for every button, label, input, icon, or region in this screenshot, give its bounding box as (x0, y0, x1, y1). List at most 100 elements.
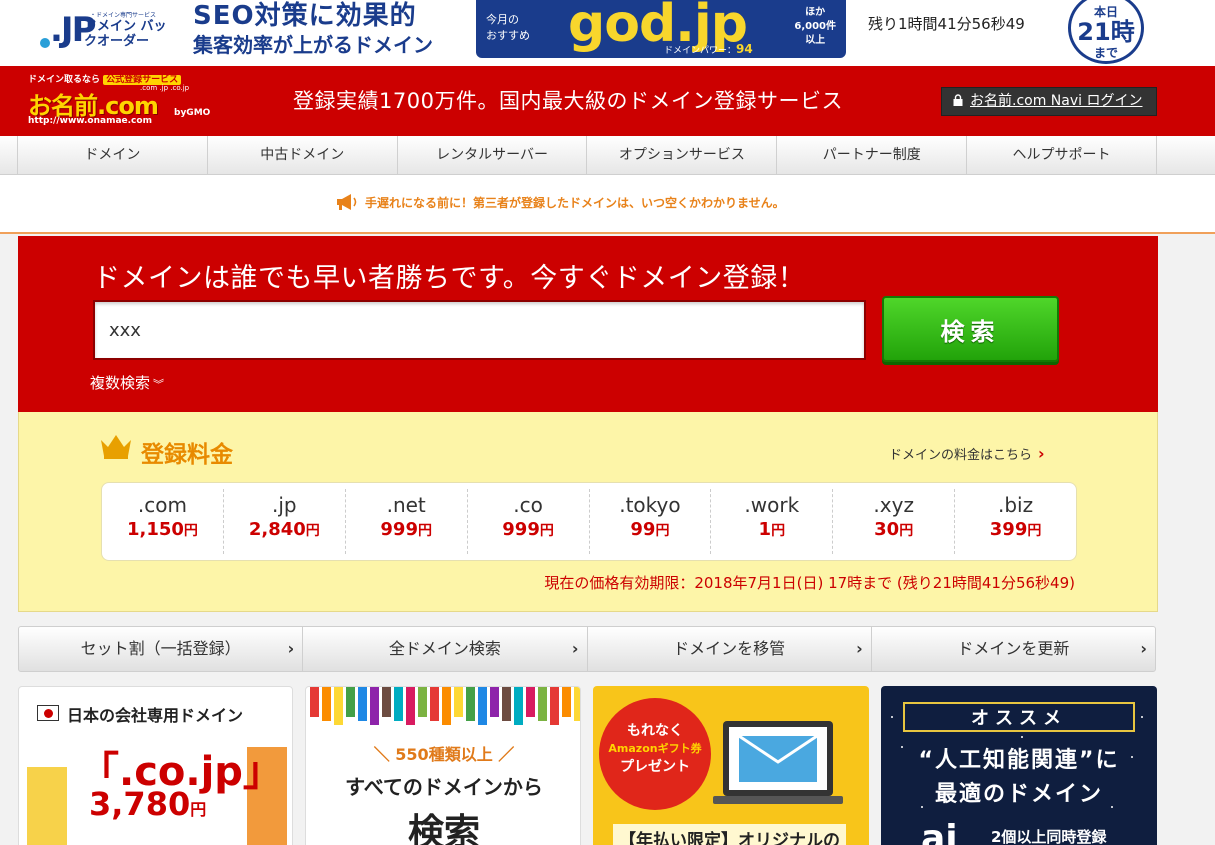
yen-unit: 円 (183, 523, 198, 539)
search-button[interactable]: 検索 (882, 296, 1059, 362)
domain-power-value: 94 (736, 42, 753, 56)
promo-all-search-line3: 検索 (407, 812, 480, 845)
promo-all-search-count: ＼ 550種類以上 ／ (373, 745, 515, 764)
tld-price-value: 999 (502, 519, 540, 540)
promo-ai-line2: 最適のドメイン (934, 782, 1103, 807)
promo-card-cojp[interactable]: 日本の会社専用ドメイン 「.co.jp」 3,780円 (18, 686, 293, 845)
promo-all-search-line2: すべてのドメインから (345, 775, 543, 799)
pricing-panel: 登録料金 ドメインの料金はこちら › .com 1,150円 .jp 2,840円 .… (18, 412, 1158, 612)
tld-price-item[interactable]: .xyz 30円 (832, 489, 954, 554)
tld-price: 1,150円 (102, 519, 223, 540)
tld-name: .com (137, 493, 187, 517)
navi-login-button[interactable]: お名前.com Navi ログイン (941, 87, 1157, 116)
logo-tagline-text: ドメイン取るなら (28, 75, 101, 85)
tld-price-item[interactable]: .tokyo 99円 (588, 489, 711, 554)
nav-item-rental-server[interactable]: レンタルサーバー (396, 136, 587, 174)
domain-power-label: ドメインパワー： (664, 46, 737, 56)
tld-price: 999円 (468, 519, 589, 540)
domain-transfer-button[interactable]: ドメインを移管 › (586, 627, 871, 671)
pencil-shape (382, 687, 391, 717)
gift-badge-line1: もれなく (627, 723, 683, 739)
promo-card-amazon-gift[interactable]: もれなく Amazonギフト券 プレゼント 【年払い限定】オリジナルの (593, 686, 869, 845)
multi-search-toggle[interactable]: 複数検索 ︾ (90, 372, 164, 393)
notice-text: 手遅れになる前に！第三者が登録したドメインは、いつ空くかわかりません。 (365, 196, 785, 210)
yen-unit: 円 (655, 523, 670, 539)
nav-item-options[interactable]: オプションサービス (586, 136, 776, 174)
domain-renew-button[interactable]: ドメインを更新 › (870, 627, 1155, 671)
promo-ai-title: オススメ (971, 708, 1067, 729)
today-line2: 21時 (1077, 18, 1135, 46)
today-badge: 本日 21時 まで (1068, 0, 1144, 64)
promo-cojp-price-value: 3,780 (89, 785, 191, 823)
logo-gmo: byGMO (174, 108, 211, 118)
more-domains-label: ほか 6,000件 以上 (794, 6, 836, 48)
promo-gift-text: 【年払い限定】オリジナルの (613, 824, 846, 845)
page: .JP ・ドメイン専門サービス ドメイン バックオーダー SEO対策に効果的 集… (0, 0, 1215, 845)
notice-link[interactable]: 手遅れになる前に！第三者が登録したドメインは、いつ空くかわかりません。 (335, 193, 785, 211)
promo-ai-line1: “人工知能関連”に (918, 748, 1120, 773)
nav-item-partner[interactable]: パートナー制度 (776, 136, 966, 174)
megaphone-icon (337, 194, 357, 210)
tld-price-item[interactable]: .net 999円 (344, 489, 467, 554)
domain-search-input[interactable] (93, 300, 866, 360)
japan-flag-icon (37, 705, 59, 721)
promo-ai-line3: 2個以上同時登録 (991, 828, 1107, 845)
onamae-logo[interactable]: ドメイン取るなら 公式登録サービス お名前.com .com .jp .co.j… (28, 72, 228, 132)
nav-item-used-domain[interactable]: 中古ドメイン (206, 136, 397, 174)
pricing-details-link[interactable]: ドメインの料金はこちら › (889, 444, 1045, 463)
tld-price-item[interactable]: .jp 2,840円 (222, 489, 345, 554)
featured-domain-ad[interactable]: 今月の おすすめ god.jp ドメインパワー：94 ほか 6,000件 以上 (476, 0, 846, 58)
nav-item-help[interactable]: ヘルプサポート (966, 136, 1157, 174)
today-line3: まで (1093, 46, 1118, 60)
nav-item-domain[interactable]: ドメイン (17, 136, 207, 174)
tld-price-item[interactable]: .co 999円 (466, 489, 589, 554)
ad-headline-line1: SEO対策に効果的 (193, 1, 417, 31)
tld-price-value: 399 (989, 519, 1028, 540)
ad-headline[interactable]: SEO対策に効果的 集客効率が上がるドメイン (193, 2, 433, 59)
pricing-details-label: ドメインの料金はこちら (889, 448, 1033, 463)
colored-pencils-image (310, 687, 580, 725)
navi-login-label: お名前.com Navi ログイン (970, 93, 1143, 109)
tld-price: 30円 (833, 519, 954, 540)
tld-name: .xyz (873, 493, 914, 517)
pencil-shape (550, 687, 559, 725)
lock-icon (953, 94, 963, 106)
pencil-shape (358, 687, 367, 721)
promo-card-all-search[interactable]: ＼ 550種類以上 ／ すべてのドメインから 検索 (305, 686, 581, 845)
tld-price: 2,840円 (224, 519, 345, 540)
logo-tlds: .com .jp .co.jp (140, 84, 190, 92)
pencil-shape (502, 687, 511, 721)
tld-price-value: 1 (758, 519, 772, 540)
bulk-register-button[interactable]: セット割（一括登録） › (19, 627, 302, 671)
yen-unit: 円 (539, 523, 554, 539)
tld-price-item[interactable]: .com 1,150円 (102, 489, 223, 554)
tld-price-item[interactable]: .biz 399円 (954, 489, 1076, 554)
promo-card-ai-domain[interactable]: オススメ “人工知能関連”に 最適のドメイン ai 2個以上同時登録 (881, 686, 1157, 845)
pencil-shape (370, 687, 379, 725)
tld-name: .jp (272, 493, 297, 517)
pencil-shape (346, 687, 355, 717)
pencil-shape (526, 687, 535, 717)
tld-price: 1円 (711, 519, 832, 540)
header-tagline: 登録実績1700万件。国内最大級のドメイン登録サービス (293, 89, 843, 113)
main-nav: ドメイン 中古ドメイン レンタルサーバー オプションサービス パートナー制度 ヘ… (0, 136, 1215, 175)
domain-renew-label: ドメインを更新 (957, 639, 1070, 658)
pencil-shape (490, 687, 499, 717)
tld-price-item[interactable]: .work 1円 (710, 489, 832, 554)
chevron-right-icon: › (1038, 444, 1045, 463)
tld-price: 99円 (590, 519, 711, 540)
bulk-register-label: セット割（一括登録） (80, 639, 241, 658)
chevron-right-icon: › (287, 639, 295, 658)
site-header: ドメイン取るなら 公式登録サービス お名前.com .com .jp .co.j… (0, 66, 1215, 136)
gift-badge: もれなく Amazonギフト券 プレゼント (599, 698, 711, 810)
jp-backorder-logo[interactable]: .JP ・ドメイン専門サービス ドメイン バックオーダー (40, 8, 170, 54)
more-line1: ほか (805, 7, 826, 18)
gift-badge-line2: Amazonギフト券 (608, 742, 702, 755)
tld-price-value: 2,840 (248, 519, 306, 540)
building-decoration (27, 767, 67, 845)
all-domain-search-button[interactable]: 全ドメイン検索 › (302, 627, 586, 671)
pricing-title: 登録料金 (141, 442, 233, 468)
top-ad-banner[interactable]: .JP ・ドメイン専門サービス ドメイン バックオーダー SEO対策に効果的 集… (0, 0, 1215, 66)
tld-name: .tokyo (619, 493, 681, 517)
domain-action-buttons: セット割（一括登録） › 全ドメイン検索 › ドメインを移管 › ドメインを更新 › (18, 626, 1156, 672)
